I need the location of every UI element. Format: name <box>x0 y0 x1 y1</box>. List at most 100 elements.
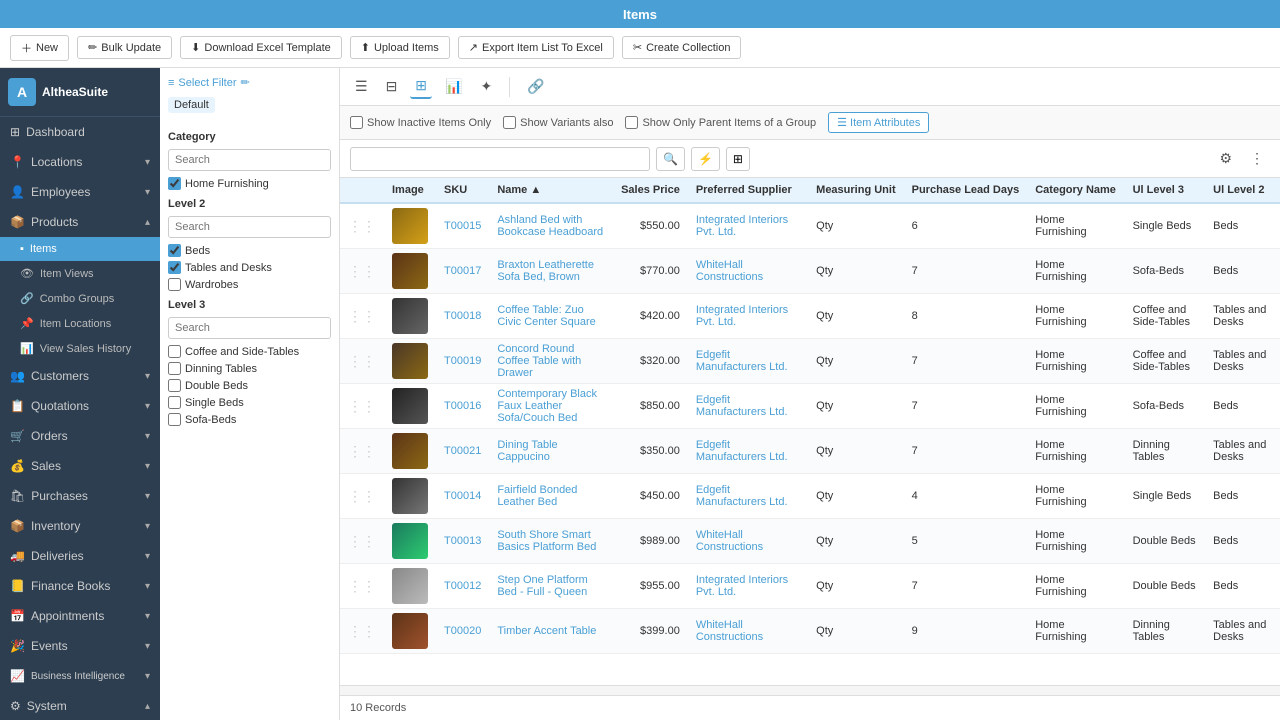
row-handle[interactable]: ⋮⋮ <box>340 339 384 384</box>
sidebar-item-customers[interactable]: 👥Customers ▾ <box>0 361 160 391</box>
sidebar-item-business-intelligence[interactable]: 📈Business Intelligence ▾ <box>0 661 160 691</box>
col-name[interactable]: Name ▲ <box>489 178 613 203</box>
level3-dinning-checkbox[interactable] <box>168 362 181 375</box>
row-name[interactable]: Braxton Leatherette Sofa Bed, Brown <box>489 249 613 294</box>
row-name[interactable]: Contemporary Black Faux Leather Sofa/Cou… <box>489 384 613 429</box>
row-handle[interactable]: ⋮⋮ <box>340 519 384 564</box>
item-attributes-button[interactable]: ☰ Item Attributes <box>828 112 929 133</box>
row-handle[interactable]: ⋮⋮ <box>340 474 384 519</box>
search-button[interactable]: 🔍 <box>656 147 685 171</box>
sidebar-item-inventory[interactable]: 📦Inventory ▾ <box>0 511 160 541</box>
row-sku[interactable]: T00021 <box>436 429 489 474</box>
row-handle[interactable]: ⋮⋮ <box>340 294 384 339</box>
row-sku[interactable]: T00014 <box>436 474 489 519</box>
column-settings-button[interactable]: ⚙ <box>1213 146 1238 171</box>
sidebar-item-purchases[interactable]: 🛍Purchases ▾ <box>0 481 160 511</box>
row-sku[interactable]: T00016 <box>436 384 489 429</box>
level2-search-input[interactable] <box>168 216 331 238</box>
lightning-button[interactable]: ⚡ <box>691 147 720 171</box>
row-handle[interactable]: ⋮⋮ <box>340 429 384 474</box>
row-name[interactable]: South Shore Smart Basics Platform Bed <box>489 519 613 564</box>
row-handle[interactable]: ⋮⋮ <box>340 203 384 249</box>
show-inactive-checkbox[interactable] <box>350 116 363 129</box>
row-name[interactable]: Ashland Bed with Bookcase Headboard <box>489 203 613 249</box>
sidebar-item-products[interactable]: 📦Products ▴ <box>0 207 160 237</box>
row-name[interactable]: Coffee Table: Zuo Civic Center Square <box>489 294 613 339</box>
download-excel-button[interactable]: ⬇ Download Excel Template <box>180 36 342 59</box>
action-bar: ＋ New ✏ Bulk Update ⬇ Download Excel Tem… <box>0 28 1280 68</box>
level3-sofa-beds-checkbox[interactable] <box>168 413 181 426</box>
unlink-button[interactable]: 🔗 <box>522 75 549 98</box>
sidebar-item-combo-groups[interactable]: 🔗Combo Groups <box>0 286 160 311</box>
sidebar-item-dashboard[interactable]: ⊞Dashboard <box>0 117 160 147</box>
category-home-furnishing-checkbox[interactable] <box>168 177 181 190</box>
sidebar-item-appointments[interactable]: 📅Appointments ▾ <box>0 601 160 631</box>
new-button[interactable]: ＋ New <box>10 35 69 61</box>
sidebar-item-item-views[interactable]: 👁Item Views <box>0 261 160 286</box>
level3-single-beds-checkbox[interactable] <box>168 396 181 409</box>
col-measuring-unit[interactable]: Measuring Unit <box>808 178 903 203</box>
row-sku[interactable]: T00020 <box>436 609 489 654</box>
col-sales-price[interactable]: Sales Price <box>613 178 688 203</box>
row-handle[interactable]: ⋮⋮ <box>340 249 384 294</box>
sidebar-item-items[interactable]: ▪Items <box>0 237 160 261</box>
expand-button[interactable]: ⊞ <box>726 147 750 171</box>
sidebar-item-sales[interactable]: 💰Sales ▾ <box>0 451 160 481</box>
more-options-button[interactable]: ⋮ <box>1244 146 1270 171</box>
row-name[interactable]: Dining Table Cappucino <box>489 429 613 474</box>
bulk-update-button[interactable]: ✏ Bulk Update <box>77 36 172 59</box>
chart-view-button[interactable]: 📊 <box>440 75 467 98</box>
orders-chevron: ▾ <box>145 431 150 442</box>
row-name[interactable]: Timber Accent Table <box>489 609 613 654</box>
level3-double-beds-checkbox[interactable] <box>168 379 181 392</box>
show-parent-checkbox[interactable] <box>625 116 638 129</box>
row-sku[interactable]: T00018 <box>436 294 489 339</box>
upload-items-button[interactable]: ⬆ Upload Items <box>350 36 450 59</box>
row-handle[interactable]: ⋮⋮ <box>340 384 384 429</box>
row-sku[interactable]: T00012 <box>436 564 489 609</box>
row-sku[interactable]: T00013 <box>436 519 489 564</box>
row-handle[interactable]: ⋮⋮ <box>340 564 384 609</box>
sidebar-item-quotations[interactable]: 📋Quotations ▾ <box>0 391 160 421</box>
filter-button[interactable]: ⊟ <box>381 75 403 98</box>
sidebar-item-orders[interactable]: 🛒Orders ▾ <box>0 421 160 451</box>
row-sku[interactable]: T00015 <box>436 203 489 249</box>
col-category-name[interactable]: Category Name <box>1027 178 1124 203</box>
row-name[interactable]: Fairfield Bonded Leather Bed <box>489 474 613 519</box>
level3-search-input[interactable] <box>168 317 331 339</box>
level2-tables-desks-checkbox[interactable] <box>168 261 181 274</box>
row-sku[interactable]: T00019 <box>436 339 489 384</box>
category-search-input[interactable] <box>168 149 331 171</box>
search-input[interactable] <box>350 147 650 171</box>
level2-beds-checkbox[interactable] <box>168 244 181 257</box>
col-preferred-supplier[interactable]: Preferred Supplier <box>688 178 808 203</box>
sidebar-item-item-locations[interactable]: 📌Item Locations <box>0 311 160 336</box>
sidebar-item-locations[interactable]: 📍Locations ▾ <box>0 147 160 177</box>
sidebar-item-system[interactable]: ⚙System ▴ <box>0 691 160 720</box>
level2-wardrobes-checkbox[interactable] <box>168 278 181 291</box>
col-ui-level2[interactable]: Ul Level 2 <box>1205 178 1280 203</box>
row-name[interactable]: Concord Round Coffee Table with Drawer <box>489 339 613 384</box>
sidebar-item-finance-books[interactable]: 📒Finance Books ▾ <box>0 571 160 601</box>
row-sku[interactable]: T00017 <box>436 249 489 294</box>
table-view-button[interactable]: ⊞ <box>410 74 432 99</box>
export-button[interactable]: ↗ Export Item List To Excel <box>458 36 614 59</box>
col-purchase-lead-days[interactable]: Purchase Lead Days <box>904 178 1028 203</box>
create-collection-button[interactable]: ✂ Create Collection <box>622 36 742 59</box>
settings-view-button[interactable]: ✦ <box>475 75 497 98</box>
col-ui-level3[interactable]: Ul Level 3 <box>1125 178 1206 203</box>
sidebar-item-events[interactable]: 🎉Events ▾ <box>0 631 160 661</box>
sidebar-item-deliveries[interactable]: 🚚Deliveries ▾ <box>0 541 160 571</box>
show-variants-checkbox[interactable] <box>503 116 516 129</box>
level3-coffee-checkbox[interactable] <box>168 345 181 358</box>
sidebar-item-employees[interactable]: 👤Employees ▾ <box>0 177 160 207</box>
row-name[interactable]: Step One Platform Bed - Full - Queen <box>489 564 613 609</box>
table-row: ⋮⋮ T00016 Contemporary Black Faux Leathe… <box>340 384 1280 429</box>
finance-books-icon: 📒 <box>10 579 25 593</box>
sidebar-item-view-sales-history[interactable]: 📊View Sales History <box>0 336 160 361</box>
horizontal-scrollbar[interactable] <box>340 685 1280 695</box>
row-handle[interactable]: ⋮⋮ <box>340 609 384 654</box>
col-sku[interactable]: SKU <box>436 178 489 203</box>
list-view-button[interactable]: ☰ <box>350 75 373 98</box>
filter-edit-icon[interactable]: ✏ <box>241 76 250 89</box>
